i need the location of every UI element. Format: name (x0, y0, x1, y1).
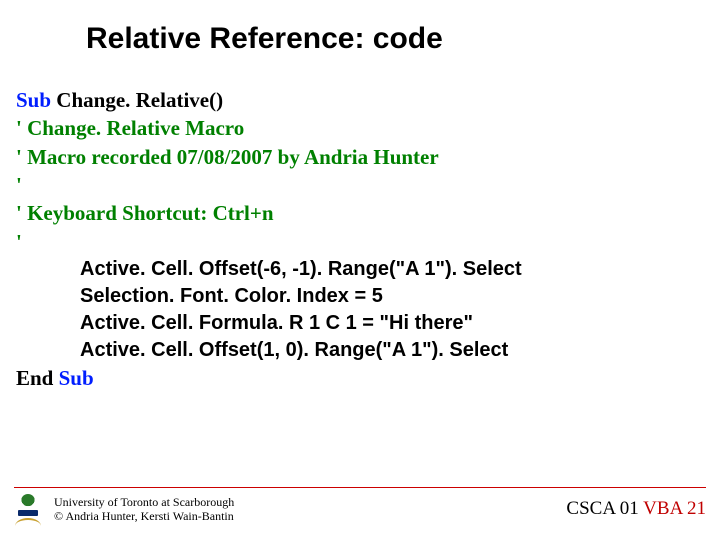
university-logo-icon (14, 492, 42, 526)
code-line: Active. Cell. Offset(1, 0). Range("A 1")… (16, 337, 704, 364)
page-number: 21 (682, 498, 706, 519)
slide-footer: University of Toronto at Scarborough © A… (14, 487, 706, 526)
code-line: Active. Cell. Offset(-6, -1). Range("A 1… (16, 256, 704, 283)
university-name: University of Toronto at Scarborough (54, 495, 234, 509)
code-line: Active. Cell. Formula. R 1 C 1 = "Hi the… (16, 310, 704, 337)
comment-line: ' (16, 228, 704, 256)
comment-line: ' Change. Relative Macro (16, 114, 704, 142)
course-code: CSCA 01 (566, 498, 643, 519)
sub-name: Change. Relative() (51, 88, 223, 112)
slide-title: Relative Reference: code (0, 0, 720, 86)
footer-right: CSCA 01 VBA 21 (566, 498, 706, 520)
comment-line: ' Macro recorded 07/08/2007 by Andria Hu… (16, 143, 704, 171)
footer-left: University of Toronto at Scarborough © A… (14, 492, 234, 526)
comment-line: ' (16, 171, 704, 199)
sub-declaration-line: Sub Change. Relative() (16, 86, 704, 114)
code-line: Selection. Font. Color. Index = 5 (16, 283, 704, 310)
comment-line: ' Keyboard Shortcut: Ctrl+n (16, 199, 704, 227)
keyword-sub: Sub (16, 88, 51, 112)
footer-credits: University of Toronto at Scarborough © A… (54, 495, 234, 524)
code-block: Sub Change. Relative() ' Change. Relativ… (0, 86, 720, 392)
copyright-line: © Andria Hunter, Kersti Wain-Bantin (54, 509, 234, 523)
course-tag: VBA (643, 498, 682, 519)
keyword-end: End (16, 366, 59, 390)
keyword-sub: Sub (59, 366, 94, 390)
end-sub-line: End Sub (16, 364, 704, 392)
